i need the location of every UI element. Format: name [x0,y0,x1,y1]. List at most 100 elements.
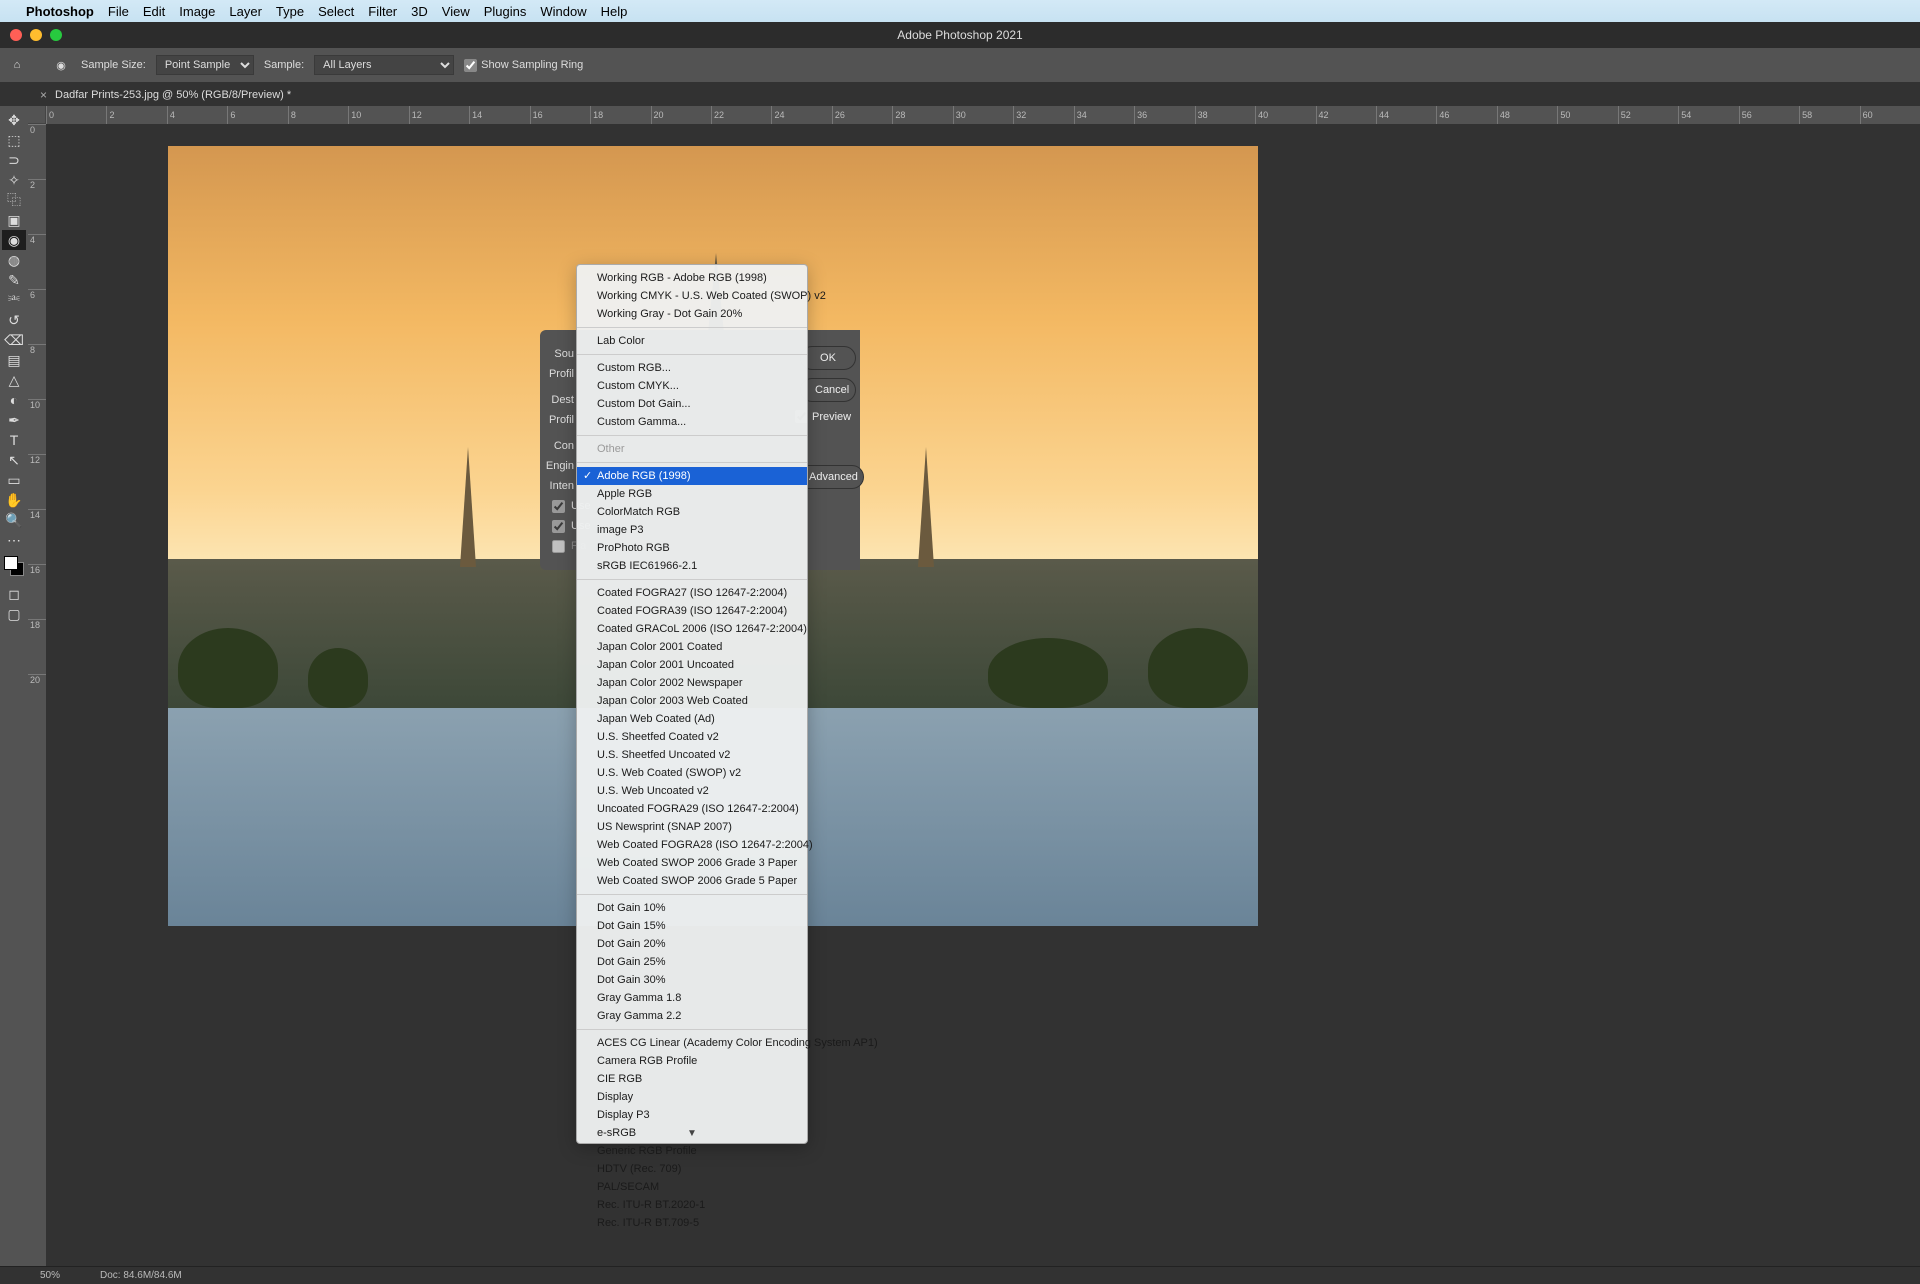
canvas-area[interactable]: 0246810121416182022242628303234363840424… [28,106,1920,1266]
menu-edit[interactable]: Edit [143,4,165,19]
profile-option[interactable]: Display P3 [577,1106,807,1124]
tool-blur[interactable]: △ [2,370,26,390]
use-bpc-checkbox[interactable] [552,500,565,513]
tool-more[interactable]: ⋯ [2,530,26,550]
profile-option[interactable]: Dot Gain 20% [577,935,807,953]
profile-option[interactable]: Coated GRACoL 2006 (ISO 12647-2:2004) [577,620,807,638]
profile-option[interactable]: Working Gray - Dot Gain 20% [577,305,807,323]
status-zoom[interactable]: 50% [40,1270,60,1281]
profile-option[interactable]: Display [577,1088,807,1106]
profile-option[interactable]: Dot Gain 10% [577,899,807,917]
menu-3d[interactable]: 3D [411,4,428,19]
tool-pen[interactable]: ✒ [2,410,26,430]
tool-type[interactable]: T [2,430,26,450]
menu-image[interactable]: Image [179,4,215,19]
profile-option[interactable]: Rec. ITU-R BT.709-5 [577,1214,807,1232]
zoom-window-icon[interactable] [50,29,62,41]
menu-filter[interactable]: Filter [368,4,397,19]
profile-option[interactable]: U.S. Sheetfed Uncoated v2 [577,746,807,764]
profile-option[interactable]: image P3 [577,521,807,539]
profile-option[interactable]: Web Coated SWOP 2006 Grade 5 Paper [577,872,807,890]
menu-plugins[interactable]: Plugins [484,4,527,19]
profile-option[interactable]: ACES CG Linear (Academy Color Encoding S… [577,1034,807,1052]
profile-option[interactable]: Working RGB - Adobe RGB (1998) [577,269,807,287]
eyedropper-indicator-icon[interactable]: ◉ [51,57,71,73]
tool-eraser[interactable]: ⌫ [2,330,26,350]
profile-option[interactable]: PAL/SECAM [577,1178,807,1196]
profile-option[interactable]: Rec. ITU-R BT.2020-1 [577,1196,807,1214]
tool-marquee[interactable]: ⬚ [2,130,26,150]
profile-option[interactable]: U.S. Web Coated (SWOP) v2 [577,764,807,782]
menu-view[interactable]: View [442,4,470,19]
screenmode-icon[interactable]: ▢ [2,604,26,624]
profile-option[interactable]: Adobe RGB (1998) [577,467,807,485]
profile-option[interactable]: Working CMYK - U.S. Web Coated (SWOP) v2 [577,287,807,305]
profile-option[interactable]: Japan Color 2001 Coated [577,638,807,656]
tool-move[interactable]: ✥ [2,110,26,130]
menu-select[interactable]: Select [318,4,354,19]
tool-lasso[interactable]: ⊃ [2,150,26,170]
profile-option[interactable]: Japan Color 2002 Newspaper [577,674,807,692]
show-sampling-ring-checkbox[interactable] [464,59,477,72]
profile-option[interactable]: US Newsprint (SNAP 2007) [577,818,807,836]
profile-option[interactable]: Web Coated SWOP 2006 Grade 3 Paper [577,854,807,872]
profile-option[interactable]: HDTV (Rec. 709) [577,1160,807,1178]
scroll-down-icon[interactable]: ▼ [687,1128,697,1139]
sample-size-select[interactable]: Point Sample [156,55,254,75]
profile-option[interactable]: ProPhoto RGB [577,539,807,557]
close-window-icon[interactable] [10,29,22,41]
tool-history-brush[interactable]: ↺ [2,310,26,330]
tool-eyedropper[interactable]: ◉ [2,230,26,250]
profile-option[interactable]: Lab Color [577,332,807,350]
profile-option[interactable]: ColorMatch RGB [577,503,807,521]
tool-clone[interactable]: ⎃ [2,290,26,310]
profile-option[interactable]: Japan Color 2001 Uncoated [577,656,807,674]
profile-option[interactable]: U.S. Web Uncoated v2 [577,782,807,800]
menu-help[interactable]: Help [601,4,628,19]
close-tab-icon[interactable]: × [40,88,47,102]
menu-window[interactable]: Window [540,4,586,19]
menu-file[interactable]: File [108,4,129,19]
cancel-button[interactable]: Cancel [800,378,856,402]
tool-rectangle[interactable]: ▭ [2,470,26,490]
profile-option[interactable]: CIE RGB [577,1070,807,1088]
profile-option[interactable]: Dot Gain 30% [577,971,807,989]
profile-option[interactable]: Coated FOGRA27 (ISO 12647-2:2004) [577,584,807,602]
profile-option[interactable]: Dot Gain 25% [577,953,807,971]
tool-frame[interactable]: ▣ [2,210,26,230]
profile-option[interactable]: Generic RGB Profile [577,1142,807,1160]
tool-zoom[interactable]: 🔍 [2,510,26,530]
profile-option[interactable]: Apple RGB [577,485,807,503]
ok-button[interactable]: OK [800,346,856,370]
menu-layer[interactable]: Layer [229,4,262,19]
profile-option[interactable]: Custom Gamma... [577,413,807,431]
profile-option[interactable]: Gray Gamma 1.8 [577,989,807,1007]
ruler-vertical[interactable]: 02468101214161820 [28,124,46,1266]
tool-hand[interactable]: ✋ [2,490,26,510]
profile-option[interactable]: Custom CMYK... [577,377,807,395]
profile-option[interactable]: Uncoated FOGRA29 (ISO 12647-2:2004) [577,800,807,818]
profile-option[interactable]: Japan Web Coated (Ad) [577,710,807,728]
profile-option[interactable]: Custom Dot Gain... [577,395,807,413]
menu-type[interactable]: Type [276,4,304,19]
document-tab[interactable]: × Dadfar Prints-253.jpg @ 50% (RGB/8/Pre… [28,84,303,106]
sample-select[interactable]: All Layers [314,55,454,75]
tool-brush[interactable]: ✎ [2,270,26,290]
status-doc[interactable]: Doc: 84.6M/84.6M [100,1270,182,1281]
quickmask-icon[interactable]: ◻ [2,584,26,604]
profile-option[interactable]: Custom RGB... [577,359,807,377]
ruler-horizontal[interactable]: 0246810121416182022242628303234363840424… [46,106,1920,124]
color-swatch[interactable] [4,556,24,576]
profile-option[interactable]: Camera RGB Profile [577,1052,807,1070]
profile-option[interactable]: Coated FOGRA39 (ISO 12647-2:2004) [577,602,807,620]
profile-option[interactable]: sRGB IEC61966-2.1 [577,557,807,575]
minimize-window-icon[interactable] [30,29,42,41]
profile-option[interactable]: U.S. Sheetfed Coated v2 [577,728,807,746]
profile-option[interactable]: Japan Color 2003 Web Coated [577,692,807,710]
profile-option[interactable]: Dot Gain 15% [577,917,807,935]
home-icon[interactable]: ⌂ [8,56,26,74]
use-dither-checkbox[interactable] [552,520,565,533]
tool-path-select[interactable]: ↖ [2,450,26,470]
tool-crop[interactable]: ⿻ [2,190,26,210]
profile-option[interactable]: Web Coated FOGRA28 (ISO 12647-2:2004) [577,836,807,854]
